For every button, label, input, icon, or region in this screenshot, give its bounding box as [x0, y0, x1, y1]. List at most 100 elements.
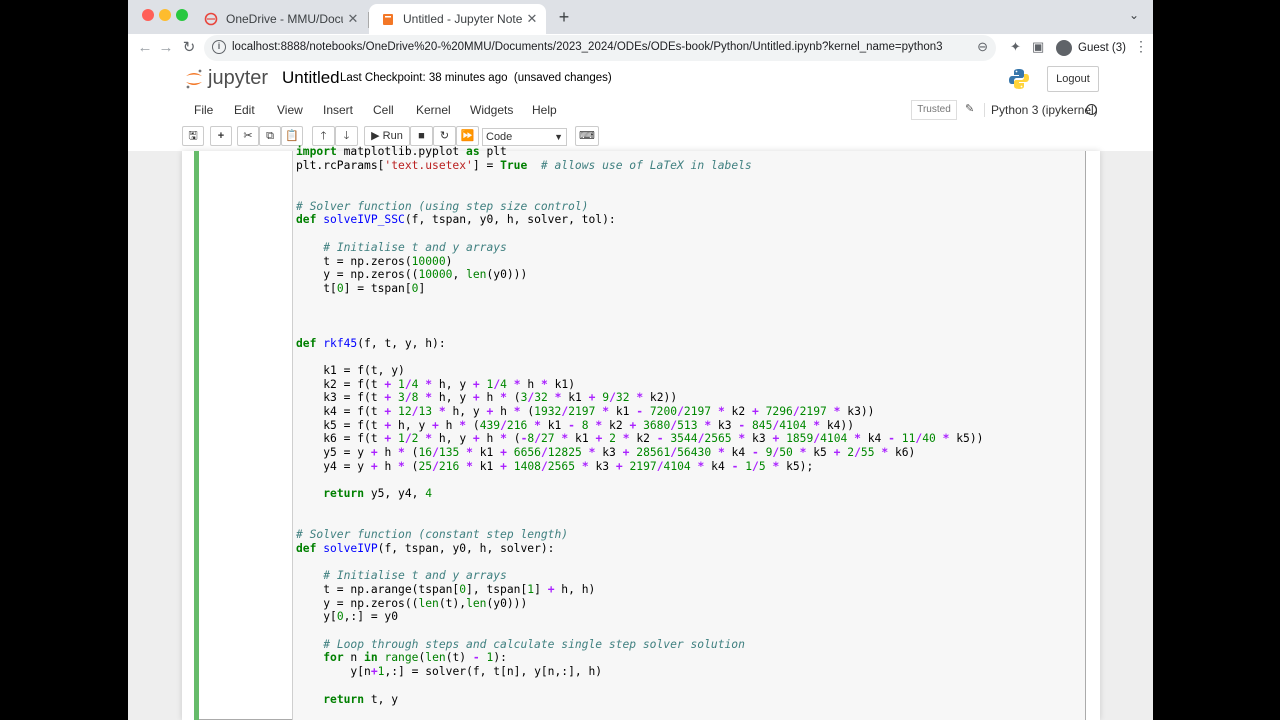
menu-widgets[interactable]: Widgets [470, 103, 513, 117]
jupyter-logo[interactable]: jupyter [184, 67, 268, 90]
python-logo-icon [1009, 69, 1029, 89]
run-button[interactable]: ▶ Run [364, 126, 410, 146]
code-line[interactable]: k2 = f(t + 1/4 * h, y + 1/4 * h * k1) [296, 378, 575, 391]
profile-button[interactable]: Guest (3) [1056, 37, 1126, 59]
code-line[interactable]: k5 = f(t + h, y + h * (439/216 * k1 - 8 … [296, 419, 854, 432]
chevron-down-icon[interactable]: ⌄ [1129, 8, 1139, 22]
menu-file[interactable]: File [194, 103, 213, 117]
tab-strip: OneDrive - MMU/Documents/ ✕ Untitled - J… [128, 0, 1153, 34]
code-line[interactable]: plt.rcParams['text.usetex'] = True # all… [296, 159, 752, 172]
code-line[interactable]: # Solver function (using step size contr… [296, 200, 588, 213]
notebook-page: import matplotlib.pyplot as plt plt.rcPa… [182, 145, 1100, 720]
code-line[interactable]: # Initialise t and y arrays [296, 569, 507, 582]
checkpoint-text: Last Checkpoint: 38 minutes ago [340, 72, 508, 84]
restart-icon[interactable]: ↻ [433, 126, 456, 146]
run-label: Run [382, 130, 403, 142]
code-line[interactable]: t[0] = tspan[0] [296, 282, 425, 295]
restart-run-all-icon[interactable]: ⏩ [456, 126, 479, 146]
code-line[interactable]: t = np.zeros(10000) [296, 255, 452, 268]
tab-title: OneDrive - MMU/Documents/ [226, 12, 343, 26]
code-line[interactable]: t = np.arange(tspan[0], tspan[1] + h, h) [296, 583, 595, 596]
code-editor[interactable]: import matplotlib.pyplot as plt plt.rcPa… [296, 145, 983, 706]
tab-title: Untitled - Jupyter Notebook [403, 12, 522, 26]
insert-cell-icon[interactable]: + [210, 126, 232, 146]
code-line[interactable]: def rkf45(f, t, y, h): [296, 337, 446, 350]
move-down-icon[interactable]: 🡓 [335, 126, 358, 146]
jupyter-logo-icon [186, 69, 202, 88]
command-palette-icon[interactable]: ⌨ [575, 126, 599, 146]
interrupt-icon[interactable]: ■ [410, 126, 433, 146]
run-icon: ▶ [371, 130, 380, 142]
code-line[interactable]: for n in range(len(t) - 1): [296, 651, 507, 664]
save-icon[interactable]: 🖫 [182, 126, 204, 146]
checkpoint-status: Last Checkpoint: 38 minutes ago (unsaved… [340, 72, 612, 84]
new-tab-button[interactable]: + [552, 6, 576, 28]
side-panel-icon[interactable]: ▣ [1032, 39, 1044, 55]
code-line[interactable]: y[0,:] = y0 [296, 610, 398, 623]
edit-mode-indicator [194, 151, 199, 720]
code-line[interactable]: def solveIVP(f, tspan, y0, h, solver): [296, 542, 554, 555]
code-line[interactable]: import matplotlib.pyplot as plt [296, 145, 507, 158]
cell-type-select[interactable]: Code ▼ [482, 128, 567, 146]
code-line[interactable]: y[n+1,:] = solver(f, t[n], y[n,:], h) [296, 665, 602, 678]
extensions-icon[interactable]: ✦ [1010, 39, 1021, 55]
code-line[interactable]: return t, y [296, 693, 398, 706]
menu-help[interactable]: Help [532, 103, 557, 117]
jupyter-header: jupyter Untitled Last Checkpoint: 38 min… [128, 62, 1153, 96]
kernel-name[interactable]: Python 3 (ipykernel) [984, 103, 1098, 117]
tab-onedrive[interactable]: OneDrive - MMU/Documents/ ✕ [192, 4, 367, 34]
logout-button[interactable]: Logout [1047, 66, 1099, 92]
trusted-indicator[interactable]: Trusted [911, 100, 957, 120]
cut-icon[interactable]: ✂ [237, 126, 259, 146]
menu-view[interactable]: View [277, 103, 303, 117]
code-line[interactable]: y = np.zeros((10000, len(y0))) [296, 268, 527, 281]
code-line[interactable]: y4 = y + h * (25/216 * k1 + 1408/2565 * … [296, 460, 813, 473]
tab-close-icon[interactable]: ✕ [343, 11, 363, 27]
onedrive-favicon-icon [204, 12, 218, 26]
jupyter-favicon-icon [383, 14, 393, 25]
code-line[interactable]: def solveIVP_SSC(f, tspan, y0, h, solver… [296, 213, 616, 226]
notebook-area: import matplotlib.pyplot as plt plt.rcPa… [128, 145, 1153, 720]
back-arrow-icon[interactable]: ← [134, 37, 156, 59]
copy-icon[interactable]: ⧉ [259, 126, 281, 146]
save-status: (unsaved changes) [513, 72, 612, 84]
move-up-icon[interactable]: 🡑 [312, 126, 335, 146]
menubar: File Edit View Insert Cell Kernel Widget… [182, 97, 1100, 123]
zoom-icon[interactable]: ⊖ [977, 39, 988, 55]
kernel-status-icon [1086, 104, 1097, 115]
menu-edit[interactable]: Edit [234, 103, 255, 117]
address-bar[interactable]: i localhost:8888/notebooks/OneDrive%20-%… [204, 35, 996, 61]
code-cell[interactable]: import matplotlib.pyplot as plt plt.rcPa… [194, 145, 1086, 720]
cell-type-value: Code [486, 131, 513, 143]
menu-insert[interactable]: Insert [323, 103, 353, 117]
tab-close-icon[interactable]: ✕ [522, 11, 542, 27]
edit-mode-pencil-icon: ✎ [965, 103, 975, 115]
close-window-button[interactable] [142, 9, 154, 21]
chevron-down-icon: ▼ [554, 132, 563, 142]
avatar [1056, 40, 1072, 56]
menu-kernel[interactable]: Kernel [416, 103, 451, 117]
navigation-bar: ← → ↻ i localhost:8888/notebooks/OneDriv… [128, 34, 1153, 63]
code-line[interactable]: k1 = f(t, y) [296, 364, 405, 377]
code-line[interactable]: # Loop through steps and calculate singl… [296, 638, 745, 651]
code-line[interactable]: y = np.zeros((len(t),len(y0))) [296, 597, 527, 610]
reload-icon[interactable]: ↻ [178, 37, 200, 59]
url-text[interactable]: localhost:8888/notebooks/OneDrive%20-%20… [232, 41, 943, 53]
minimize-window-button[interactable] [159, 9, 171, 21]
forward-arrow-icon[interactable]: → [155, 37, 177, 59]
tab-jupyter[interactable]: Untitled - Jupyter Notebook ✕ [369, 4, 546, 34]
code-line[interactable]: # Solver function (constant step length) [296, 528, 568, 541]
paste-icon[interactable]: 📋 [281, 126, 303, 146]
code-line[interactable]: return y5, y4, 4 [296, 487, 432, 500]
code-line[interactable]: k6 = f(t + 1/2 * h, y + h * (-8/27 * k1 … [296, 432, 983, 445]
browser-window: OneDrive - MMU/Documents/ ✕ Untitled - J… [128, 0, 1153, 720]
browser-menu-icon[interactable]: ⋮ [1134, 38, 1148, 55]
menu-cell[interactable]: Cell [373, 103, 394, 117]
code-line[interactable]: k3 = f(t + 3/8 * h, y + h * (3/32 * k1 +… [296, 391, 677, 404]
notebook-title[interactable]: Untitled [282, 68, 340, 88]
code-line[interactable]: k4 = f(t + 12/13 * h, y + h * (1932/2197… [296, 405, 874, 418]
code-line[interactable]: y5 = y + h * (16/135 * k1 + 6656/12825 *… [296, 446, 915, 459]
maximize-window-button[interactable] [176, 9, 188, 21]
site-info-icon[interactable]: i [212, 40, 226, 54]
code-line[interactable]: # Initialise t and y arrays [296, 241, 507, 254]
